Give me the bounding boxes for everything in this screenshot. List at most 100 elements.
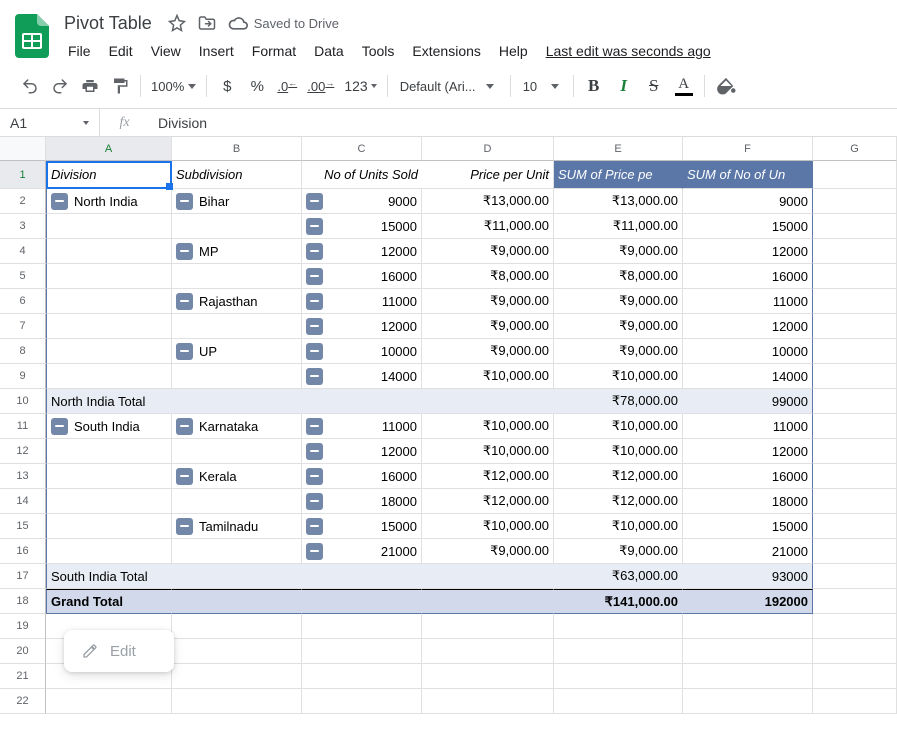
cell-D1[interactable]: Price per Unit bbox=[422, 161, 554, 189]
cell-D11[interactable]: ₹10,000.00 bbox=[422, 414, 554, 439]
row-header-14[interactable]: 14 bbox=[0, 489, 46, 514]
cell-C12[interactable]: 12000 bbox=[302, 439, 422, 464]
cell-A3[interactable] bbox=[46, 214, 172, 239]
cell-C9[interactable]: 14000 bbox=[302, 364, 422, 389]
cell-B14[interactable] bbox=[172, 489, 302, 514]
cell-E17[interactable]: ₹63,000.00 bbox=[554, 564, 683, 589]
cell-A8[interactable] bbox=[46, 339, 172, 364]
cell-A15[interactable] bbox=[46, 514, 172, 539]
fill-color-button[interactable] bbox=[711, 72, 741, 100]
cell-D12[interactable]: ₹10,000.00 bbox=[422, 439, 554, 464]
cell-E19[interactable] bbox=[554, 614, 683, 639]
cell-F20[interactable] bbox=[683, 639, 813, 664]
collapse-icon[interactable] bbox=[306, 318, 323, 335]
sheets-logo[interactable] bbox=[12, 16, 52, 56]
row-header-13[interactable]: 13 bbox=[0, 464, 46, 489]
cell-E2[interactable]: ₹13,000.00 bbox=[554, 189, 683, 214]
collapse-icon[interactable] bbox=[176, 343, 193, 360]
cell-F7[interactable]: 12000 bbox=[683, 314, 813, 339]
cell-A22[interactable] bbox=[46, 689, 172, 714]
row-header-17[interactable]: 17 bbox=[0, 564, 46, 589]
cell-F11[interactable]: 11000 bbox=[683, 414, 813, 439]
cell-B21[interactable] bbox=[172, 664, 302, 689]
cell-C8[interactable]: 10000 bbox=[302, 339, 422, 364]
cell-C14[interactable]: 18000 bbox=[302, 489, 422, 514]
cell-F17[interactable]: 93000 bbox=[683, 564, 813, 589]
cell-E20[interactable] bbox=[554, 639, 683, 664]
cell-G18[interactable] bbox=[813, 589, 897, 614]
zoom-select[interactable]: 100% bbox=[147, 79, 200, 94]
cell-F16[interactable]: 21000 bbox=[683, 539, 813, 564]
col-header-F[interactable]: F bbox=[683, 137, 813, 161]
collapse-icon[interactable] bbox=[306, 293, 323, 310]
menu-edit[interactable]: Edit bbox=[101, 39, 141, 63]
collapse-icon[interactable] bbox=[306, 493, 323, 510]
decrease-decimal-button[interactable]: .0← bbox=[273, 72, 301, 100]
cell-D21[interactable] bbox=[422, 664, 554, 689]
cell-E18[interactable]: ₹141,000.00 bbox=[554, 589, 683, 614]
row-header-12[interactable]: 12 bbox=[0, 439, 46, 464]
collapse-icon[interactable] bbox=[306, 193, 323, 210]
cell-D3[interactable]: ₹11,000.00 bbox=[422, 214, 554, 239]
row-header-21[interactable]: 21 bbox=[0, 664, 46, 689]
row-header-15[interactable]: 15 bbox=[0, 514, 46, 539]
move-icon[interactable] bbox=[198, 14, 216, 32]
cell-G6[interactable] bbox=[813, 289, 897, 314]
cell-C7[interactable]: 12000 bbox=[302, 314, 422, 339]
cell-G13[interactable] bbox=[813, 464, 897, 489]
cell-B3[interactable] bbox=[172, 214, 302, 239]
cell-F3[interactable]: 15000 bbox=[683, 214, 813, 239]
cell-E5[interactable]: ₹8,000.00 bbox=[554, 264, 683, 289]
cell-C15[interactable]: 15000 bbox=[302, 514, 422, 539]
cell-A16[interactable] bbox=[46, 539, 172, 564]
cell-D16[interactable]: ₹9,000.00 bbox=[422, 539, 554, 564]
cell-B17[interactable] bbox=[172, 564, 302, 589]
row-header-8[interactable]: 8 bbox=[0, 339, 46, 364]
cell-B1[interactable]: Subdivision bbox=[172, 161, 302, 189]
row-header-18[interactable]: 18 bbox=[0, 589, 46, 614]
collapse-icon[interactable] bbox=[176, 468, 193, 485]
cell-F4[interactable]: 12000 bbox=[683, 239, 813, 264]
cell-G10[interactable] bbox=[813, 389, 897, 414]
cell-B15[interactable]: Tamilnadu bbox=[172, 514, 302, 539]
cell-G16[interactable] bbox=[813, 539, 897, 564]
cell-D2[interactable]: ₹13,000.00 bbox=[422, 189, 554, 214]
cell-C22[interactable] bbox=[302, 689, 422, 714]
text-color-button[interactable]: A bbox=[670, 72, 698, 100]
cell-E11[interactable]: ₹10,000.00 bbox=[554, 414, 683, 439]
cell-A18[interactable]: Grand Total bbox=[46, 589, 172, 614]
cell-C19[interactable] bbox=[302, 614, 422, 639]
row-header-6[interactable]: 6 bbox=[0, 289, 46, 314]
menu-insert[interactable]: Insert bbox=[191, 39, 242, 63]
cell-F15[interactable]: 15000 bbox=[683, 514, 813, 539]
cell-G9[interactable] bbox=[813, 364, 897, 389]
cell-F8[interactable]: 10000 bbox=[683, 339, 813, 364]
cell-E12[interactable]: ₹10,000.00 bbox=[554, 439, 683, 464]
col-header-B[interactable]: B bbox=[172, 137, 302, 161]
cell-E1[interactable]: SUM of Price pe bbox=[554, 161, 683, 189]
cell-C4[interactable]: 12000 bbox=[302, 239, 422, 264]
cell-G15[interactable] bbox=[813, 514, 897, 539]
collapse-icon[interactable] bbox=[306, 268, 323, 285]
cell-B16[interactable] bbox=[172, 539, 302, 564]
cell-B9[interactable] bbox=[172, 364, 302, 389]
col-header-E[interactable]: E bbox=[554, 137, 683, 161]
cell-G20[interactable] bbox=[813, 639, 897, 664]
cell-E10[interactable]: ₹78,000.00 bbox=[554, 389, 683, 414]
collapse-icon[interactable] bbox=[306, 418, 323, 435]
strikethrough-button[interactable]: S bbox=[640, 72, 668, 100]
cell-C3[interactable]: 15000 bbox=[302, 214, 422, 239]
cell-B10[interactable] bbox=[172, 389, 302, 414]
collapse-icon[interactable] bbox=[51, 193, 68, 210]
cell-D20[interactable] bbox=[422, 639, 554, 664]
cell-G14[interactable] bbox=[813, 489, 897, 514]
cell-C1[interactable]: No of Units Sold bbox=[302, 161, 422, 189]
cell-D9[interactable]: ₹10,000.00 bbox=[422, 364, 554, 389]
cell-A13[interactable] bbox=[46, 464, 172, 489]
col-header-G[interactable]: G bbox=[813, 137, 897, 161]
cell-C21[interactable] bbox=[302, 664, 422, 689]
cell-A4[interactable] bbox=[46, 239, 172, 264]
cell-E21[interactable] bbox=[554, 664, 683, 689]
row-header-1[interactable]: 1 bbox=[0, 161, 46, 189]
undo-button[interactable] bbox=[16, 72, 44, 100]
